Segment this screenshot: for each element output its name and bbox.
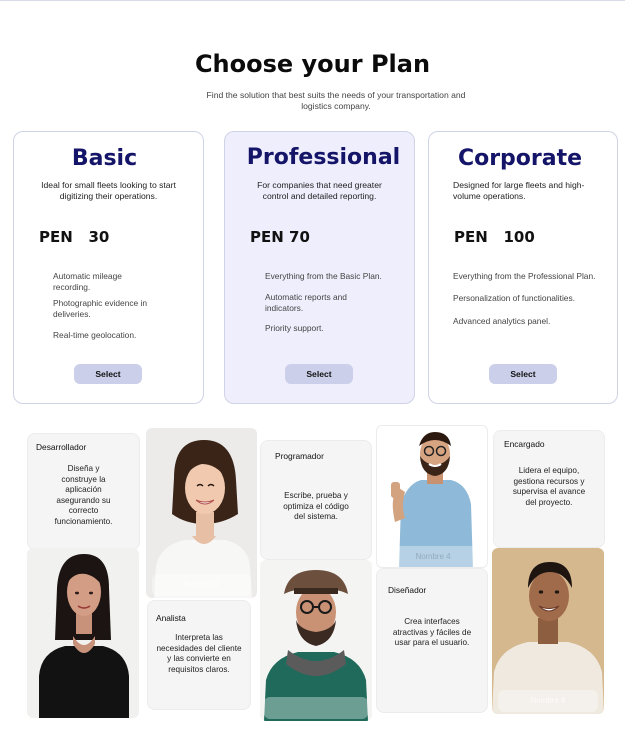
feature-line: Personalization of functionalities. bbox=[453, 293, 575, 303]
plan-card-basic: Basic Ideal for small fleets looking to … bbox=[13, 131, 204, 404]
desc-line: correcto bbox=[68, 506, 99, 515]
plan-name: Professional bbox=[246, 145, 401, 170]
feature-line: Advanced analytics panel. bbox=[453, 316, 551, 326]
desc-line: supervisa el avance bbox=[512, 487, 586, 496]
desc-line: Designed for large fleets and high- bbox=[453, 180, 585, 190]
person-illustration bbox=[154, 440, 252, 598]
plan-description: Designed for large fleets and high- volu… bbox=[453, 180, 584, 202]
nameplate: Nombre 2 bbox=[152, 574, 251, 596]
feature-line: deliveries. bbox=[53, 308, 91, 319]
feature-item: Everything from the Basic Plan. bbox=[265, 271, 382, 282]
page-subtitle: Find the solution that best suits the ne… bbox=[182, 90, 490, 112]
desc-line: volume operations. bbox=[453, 191, 526, 201]
role-description: Interpreta las necesidades del cliente y… bbox=[148, 633, 250, 675]
desc-line: Interpreta las bbox=[175, 633, 223, 642]
nameplate bbox=[264, 697, 368, 719]
role-description: Lidera el equipo, gestiona recursos y su… bbox=[494, 466, 604, 508]
desc-line: requisitos claros. bbox=[168, 664, 230, 674]
desc-line: atractivas y fáciles de bbox=[392, 627, 472, 637]
role-description: Escribe, prueba y optimiza el código del… bbox=[261, 491, 371, 523]
feature-item: Photographic evidence in deliveries. bbox=[53, 298, 147, 319]
feature-item: Everything from the Professional Plan. bbox=[453, 271, 595, 282]
feature-item: Advanced analytics panel. bbox=[453, 316, 550, 327]
feature-line: Photographic evidence in bbox=[53, 298, 148, 308]
select-basic-button[interactable]: Select bbox=[74, 364, 142, 384]
feature-line: Priority support. bbox=[265, 323, 324, 333]
desc-line: For companies that need greater bbox=[257, 180, 382, 190]
team-card-programador: Programador Escribe, prueba y optimiza e… bbox=[260, 440, 372, 560]
feature-line: Everything from the Basic Plan. bbox=[265, 271, 382, 281]
feature-item: Automatic reports and indicators. bbox=[265, 292, 347, 313]
team-card-encargado: Encargado Lidera el equipo, gestiona rec… bbox=[493, 430, 605, 548]
desc-line: digitizing their operations. bbox=[59, 191, 158, 201]
feature-line: indicators. bbox=[265, 302, 304, 313]
select-corporate-button[interactable]: Select bbox=[489, 364, 557, 384]
role-description: Diseña y construye la aplicación asegura… bbox=[28, 464, 139, 527]
nameplate: Nombre 4 bbox=[381, 546, 485, 567]
desc-line: Crea interfaces bbox=[404, 617, 460, 626]
role-title: Desarrollador bbox=[36, 442, 87, 452]
feature-line: Real-time geolocation. bbox=[53, 330, 137, 340]
plan-name: Basic bbox=[71, 146, 138, 171]
plan-price: PEN 30 bbox=[39, 228, 110, 246]
feature-line: recording. bbox=[53, 281, 91, 292]
feature-item: Personalization of functionalities. bbox=[453, 293, 575, 304]
desc-line: Lidera el equipo, bbox=[518, 466, 580, 475]
role-title: Analista bbox=[156, 613, 186, 623]
subtitle-line: logistics company. bbox=[301, 101, 371, 111]
role-title: Encargado bbox=[504, 439, 545, 449]
feature-item: Real-time geolocation. bbox=[53, 330, 136, 341]
photo-man-4: Nombre 4 bbox=[376, 425, 488, 568]
desc-line: aplicación bbox=[65, 485, 102, 494]
feature-line: Automatic reports and bbox=[265, 292, 347, 302]
team-card-analista: Analista Interpreta las necesidades del … bbox=[147, 600, 251, 710]
subtitle-line: Find the solution that best suits the ne… bbox=[206, 90, 466, 100]
desc-line: control and detailed reporting. bbox=[262, 191, 377, 201]
feature-item: Priority support. bbox=[265, 323, 324, 334]
plan-card-corporate: Corporate Designed for large fleets and … bbox=[428, 131, 618, 404]
desc-line: construye la bbox=[61, 474, 106, 484]
page-title: Choose your Plan bbox=[194, 50, 431, 78]
desc-line: asegurando su bbox=[56, 495, 111, 505]
desc-line: necesidades del cliente bbox=[156, 643, 242, 653]
plan-card-professional: Professional For companies that need gre… bbox=[224, 131, 415, 404]
photo-woman-2: Nombre 2 bbox=[146, 428, 257, 598]
select-professional-button[interactable]: Select bbox=[285, 364, 353, 384]
feature-line: Everything from the Professional Plan. bbox=[453, 271, 596, 281]
top-divider bbox=[0, 0, 625, 1]
desc-line: y las convierte en bbox=[167, 654, 231, 663]
plan-price: PEN 100 bbox=[454, 228, 535, 246]
plan-description: Ideal for small fleets looking to start … bbox=[14, 180, 203, 202]
role-title: Diseñador bbox=[388, 585, 427, 595]
plan-price: PEN 70 bbox=[250, 228, 310, 246]
plan-description: For companies that need greater control … bbox=[225, 180, 414, 202]
desc-line: Ideal for small fleets looking to start bbox=[41, 180, 176, 190]
team-card-disenador: Diseñador Crea interfaces atractivas y f… bbox=[376, 568, 488, 713]
plan-name: Corporate bbox=[457, 146, 583, 171]
team-card-desarrollador: Desarrollador Diseña y construye la apli… bbox=[27, 433, 140, 550]
role-title: Programador bbox=[275, 451, 324, 461]
photo-man-6: Nombre 6 bbox=[492, 548, 604, 714]
feature-line: Automatic mileage bbox=[53, 271, 122, 281]
desc-line: usar para el usuario. bbox=[394, 638, 470, 647]
desc-line: del sistema. bbox=[294, 512, 338, 521]
person-illustration bbox=[39, 554, 129, 718]
feature-item: Automatic mileage recording. bbox=[53, 271, 122, 292]
photo-programmer bbox=[260, 560, 372, 721]
desc-line: gestiona recursos y bbox=[513, 476, 585, 486]
desc-line: Escribe, prueba y bbox=[284, 491, 348, 500]
nameplate: Nombre 6 bbox=[498, 690, 598, 712]
role-description: Crea interfaces atractivas y fáciles de … bbox=[377, 617, 487, 649]
desc-line: optimiza el código bbox=[283, 501, 349, 511]
desc-line: Diseña y bbox=[67, 464, 100, 473]
desc-line: del proyecto. bbox=[525, 497, 573, 507]
desc-line: funcionamiento. bbox=[54, 516, 113, 526]
photo-developer bbox=[27, 548, 139, 718]
